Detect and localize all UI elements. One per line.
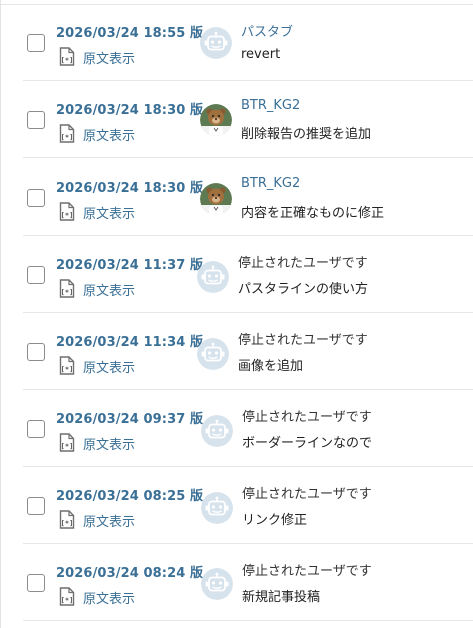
- revision-user-name: 停止されたユーザです: [238, 333, 368, 348]
- svg-text:[*]: [*]: [61, 289, 74, 297]
- revision-row: 2026/03/24 11:37 版 [*] 原文表示 停止されたユーザです パ…: [1, 236, 473, 313]
- revision-version-link[interactable]: 2026/03/24 11:34 版: [56, 331, 203, 350]
- revision-row: 2026/03/24 08:24 版 [*] 原文表示 停止されたユーザです 新…: [1, 544, 473, 621]
- svg-text:[*]: [*]: [61, 57, 74, 65]
- robot-avatar-icon: [201, 415, 233, 447]
- revision-version-link[interactable]: 2026/03/24 09:37 版: [56, 408, 203, 427]
- robot-avatar-icon[interactable]: [200, 27, 232, 59]
- revision-user-name: 停止されたユーザです: [242, 564, 372, 579]
- view-source-link[interactable]: 原文表示: [83, 48, 135, 67]
- revision-version-link[interactable]: 2026/03/24 18:30 版: [56, 99, 203, 118]
- view-source-link[interactable]: 原文表示: [83, 357, 135, 376]
- revision-edit-summary: 新規記事投稿: [242, 590, 321, 605]
- revision-row: 2026/03/24 18:30 版 [*] 原文表示 BTR_KG2 削除報告…: [1, 81, 473, 158]
- view-source-link[interactable]: 原文表示: [83, 203, 135, 222]
- revision-version-link[interactable]: 2026/03/24 08:25 版: [56, 485, 203, 504]
- file-source-icon[interactable]: [*]: [59, 510, 75, 529]
- revision-history-list: 2026/03/24 18:55 版 [*] 原文表示 パスタブ revert …: [0, 0, 473, 628]
- revision-select-checkbox[interactable]: [27, 574, 45, 592]
- svg-text:[*]: [*]: [61, 366, 74, 374]
- view-source-link[interactable]: 原文表示: [83, 588, 135, 607]
- file-source-icon[interactable]: [*]: [59, 587, 75, 606]
- revision-select-checkbox[interactable]: [27, 189, 45, 207]
- svg-text:[*]: [*]: [61, 134, 74, 142]
- svg-text:[*]: [*]: [61, 597, 74, 605]
- file-source-icon[interactable]: [*]: [59, 356, 75, 375]
- robot-avatar-icon: [201, 492, 233, 524]
- revision-edit-summary: 内容を正確なものに修正: [241, 206, 385, 221]
- revision-version-link[interactable]: 2026/03/24 18:30 版: [56, 177, 203, 196]
- revision-row: 2026/03/24 09:37 版 [*] 原文表示 停止されたユーザです ボ…: [1, 390, 473, 467]
- file-source-icon[interactable]: [*]: [59, 47, 75, 66]
- robot-avatar-icon: [197, 338, 229, 370]
- robot-avatar-icon: [197, 261, 229, 293]
- file-source-icon[interactable]: [*]: [59, 124, 75, 143]
- revision-row: 2026/03/24 18:30 版 [*] 原文表示 BTR_KG2 内容を正…: [1, 159, 473, 236]
- revision-edit-summary: revert: [241, 47, 281, 62]
- revision-select-checkbox[interactable]: [27, 266, 45, 284]
- revision-user-name[interactable]: BTR_KG2: [241, 98, 300, 113]
- view-source-link[interactable]: 原文表示: [83, 511, 135, 530]
- revision-edit-summary: 削除報告の推奨を追加: [241, 127, 372, 142]
- revision-select-checkbox[interactable]: [27, 497, 45, 515]
- revision-select-checkbox[interactable]: [27, 111, 45, 129]
- bear-avatar-icon[interactable]: [200, 183, 232, 215]
- revision-user-name: 停止されたユーザです: [242, 487, 372, 502]
- revision-user-name: 停止されたユーザです: [242, 410, 372, 425]
- revision-version-link[interactable]: 2026/03/24 08:24 版: [56, 562, 203, 581]
- revision-row: 2026/03/24 11:34 版 [*] 原文表示 停止されたユーザです 画…: [1, 313, 473, 390]
- file-source-icon[interactable]: [*]: [59, 279, 75, 298]
- file-source-icon[interactable]: [*]: [59, 433, 75, 452]
- revision-select-checkbox[interactable]: [27, 343, 45, 361]
- view-source-link[interactable]: 原文表示: [83, 434, 135, 453]
- svg-text:[*]: [*]: [61, 520, 74, 528]
- svg-text:[*]: [*]: [61, 443, 74, 451]
- robot-avatar-icon: [201, 568, 233, 600]
- revision-select-checkbox[interactable]: [27, 420, 45, 438]
- revision-row: 2026/03/24 18:55 版 [*] 原文表示 パスタブ revert: [1, 4, 473, 81]
- row-divider: [23, 620, 473, 621]
- revision-user-name[interactable]: パスタブ: [241, 21, 293, 40]
- view-source-link[interactable]: 原文表示: [83, 125, 135, 144]
- revision-user-name[interactable]: BTR_KG2: [241, 176, 300, 191]
- row-divider: [23, 157, 473, 158]
- file-source-icon[interactable]: [*]: [59, 202, 75, 221]
- revision-version-link[interactable]: 2026/03/24 11:37 版: [56, 254, 203, 273]
- svg-text:[*]: [*]: [61, 212, 74, 220]
- revision-edit-summary: 画像を追加: [238, 359, 304, 374]
- revision-edit-summary: リンク修正: [242, 513, 308, 528]
- view-source-link[interactable]: 原文表示: [83, 280, 135, 299]
- revision-user-name: 停止されたユーザです: [238, 256, 368, 271]
- revision-version-link[interactable]: 2026/03/24 18:55 版: [56, 22, 203, 41]
- revision-select-checkbox[interactable]: [27, 34, 45, 52]
- bear-avatar-icon[interactable]: [200, 104, 232, 136]
- revision-edit-summary: ボーダーラインなので: [242, 436, 373, 451]
- revision-edit-summary: パスタラインの使い方: [238, 282, 369, 297]
- revision-row: 2026/03/24 08:25 版 [*] 原文表示 停止されたユーザです リ…: [1, 467, 473, 544]
